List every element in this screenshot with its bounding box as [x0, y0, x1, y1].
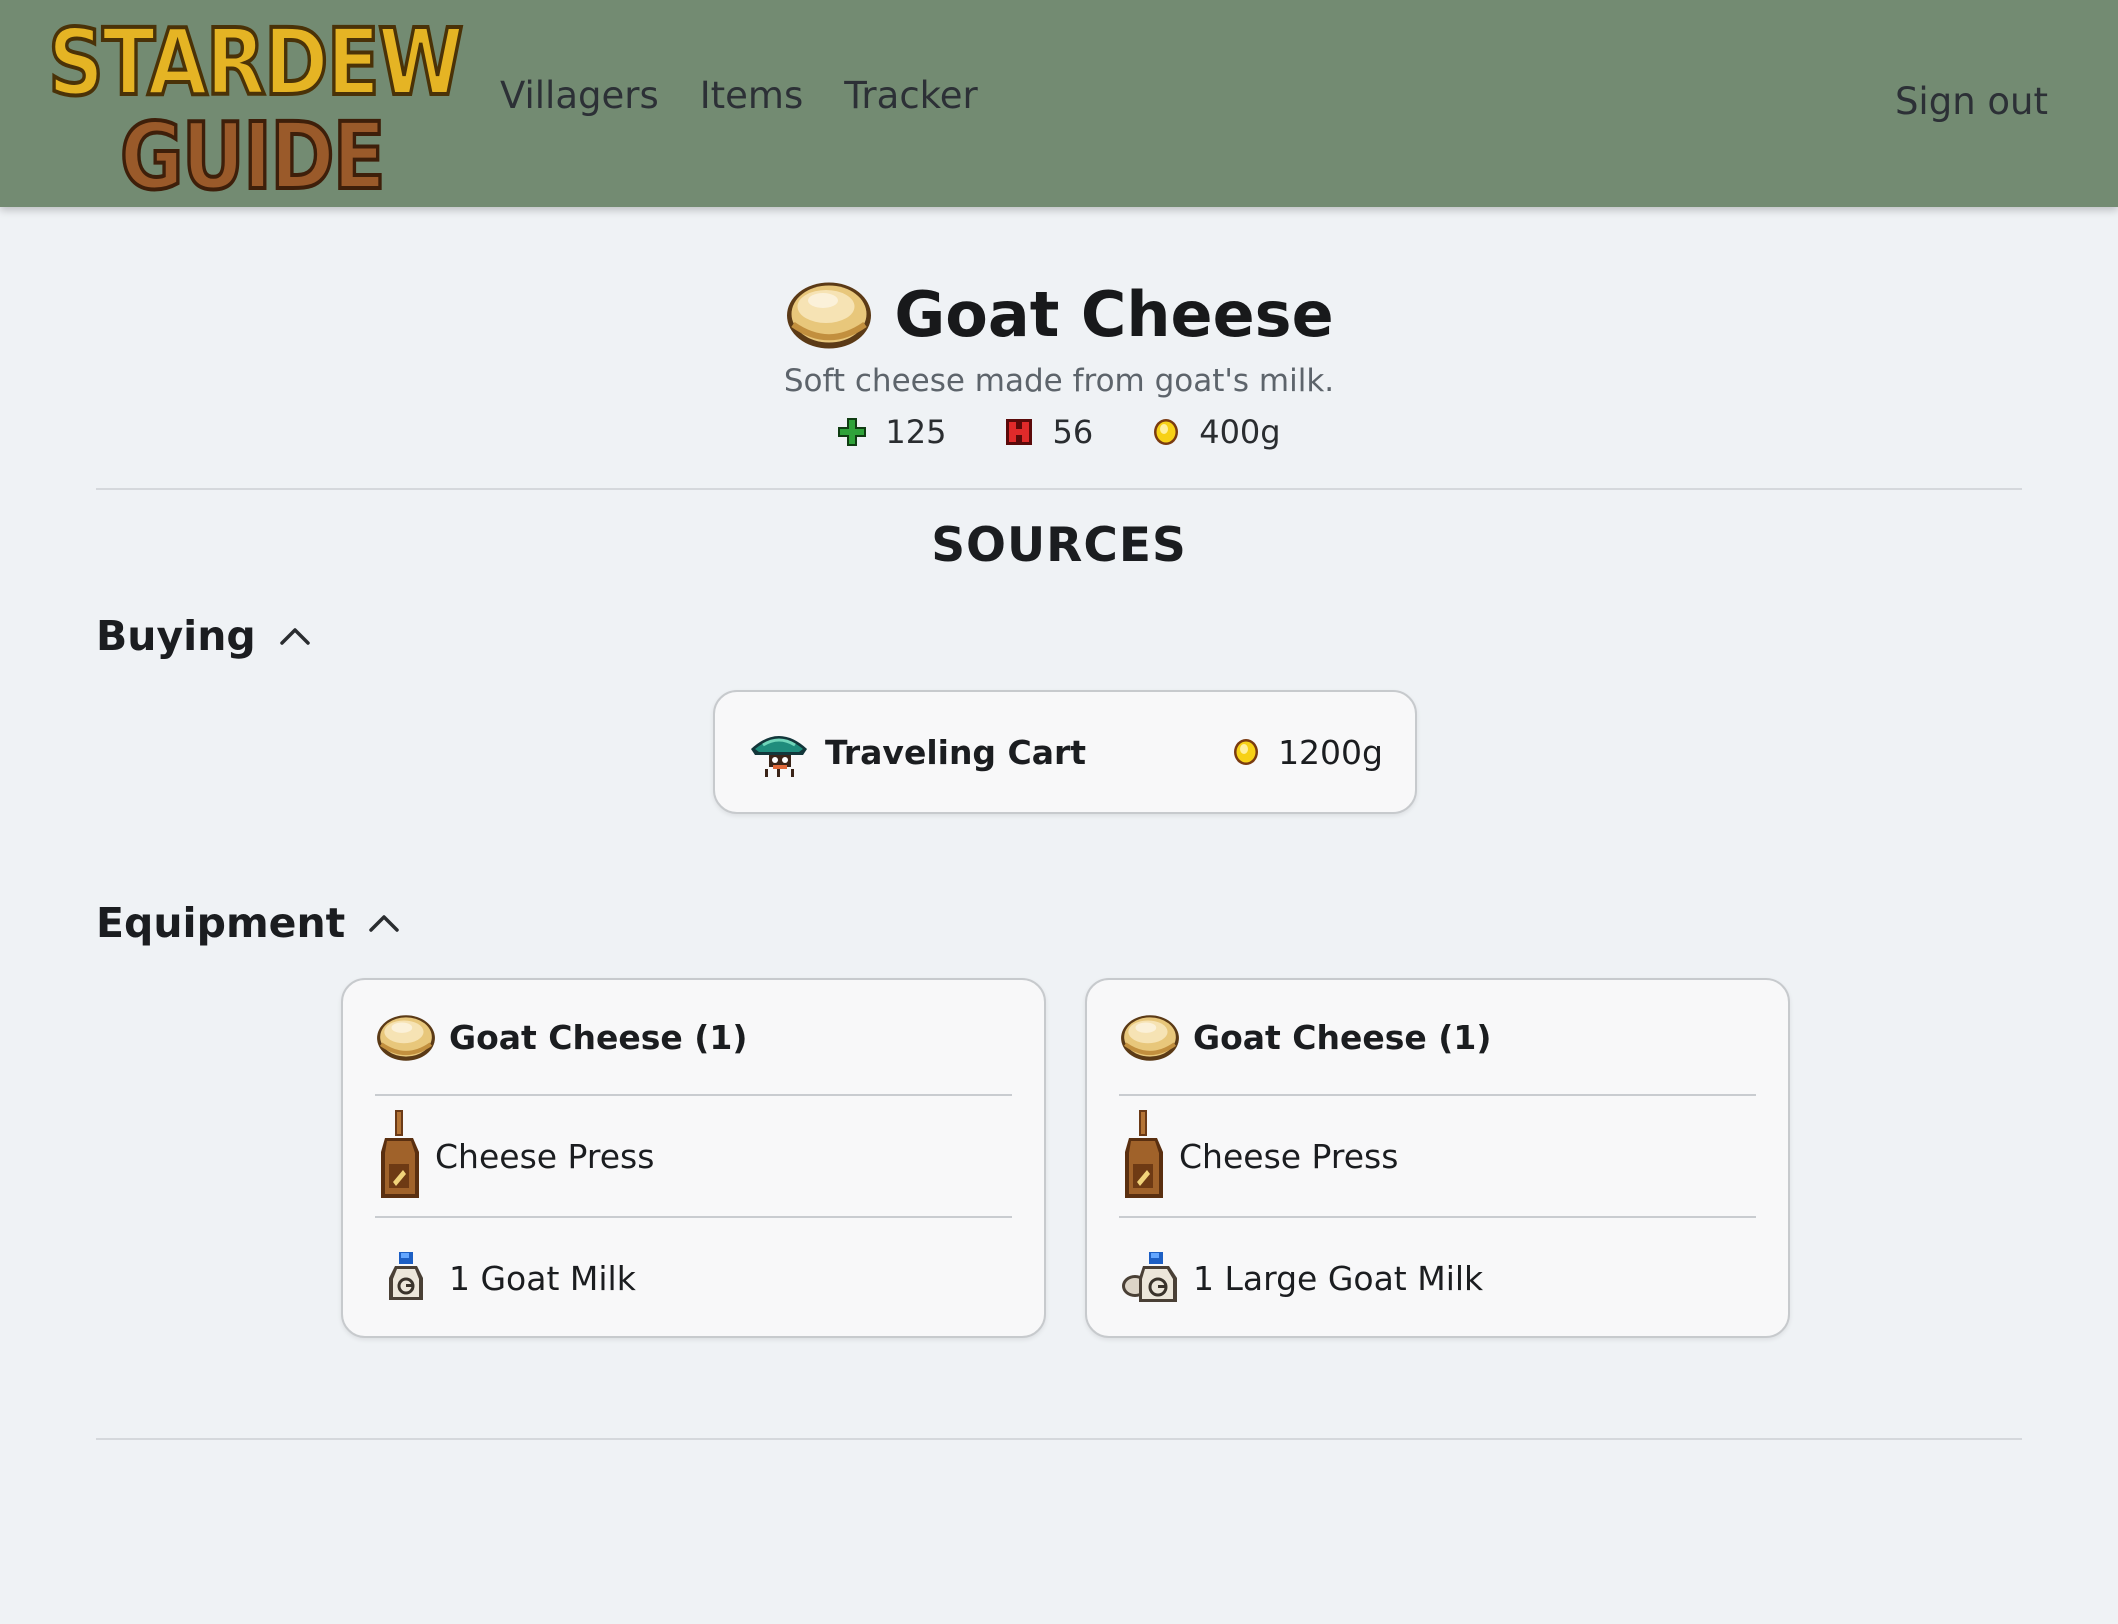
energy-plus-icon [838, 418, 867, 446]
item-description: Soft cheese made from goat's milk. [783, 363, 1335, 399]
gold-coin-icon [1151, 417, 1181, 447]
health-value: 56 [1052, 413, 1094, 451]
recipe-input-row: 1 Goat Milk [375, 1218, 1012, 1338]
item-title: Goat Cheese [894, 277, 1334, 351]
logo-line-1: STARDEW [48, 10, 462, 116]
recipe-output-row: Goat Cheese (1) [1119, 980, 1756, 1096]
vendor-price-value: 1200g [1278, 732, 1383, 772]
buy-entry-card: Traveling Cart 1200g [713, 690, 1417, 814]
item-header: Goat Cheese Soft cheese made from goat's… [0, 275, 2118, 452]
nav-link-items[interactable]: Items [700, 74, 804, 117]
logo-line-2: GUIDE [120, 103, 384, 200]
recipe-input: 1 Large Goat Milk [1193, 1258, 1484, 1298]
recipe-input-row: 1 Large Goat Milk [1119, 1218, 1756, 1338]
gold-coin-icon [1232, 737, 1260, 767]
goat-milk-icon [375, 1250, 437, 1306]
price-stat: 400g [1151, 413, 1281, 451]
cheese-press-icon [1119, 1108, 1169, 1204]
vendor-name: Traveling Cart [825, 732, 1087, 772]
health-icon [1006, 419, 1033, 445]
vendor-price: 1200g [1232, 733, 1383, 772]
energy-value: 125 [885, 413, 947, 451]
chevron-up-icon [369, 915, 400, 932]
sources-heading: SOURCES [931, 518, 1187, 573]
recipe-output: Goat Cheese (1) [1193, 1017, 1492, 1057]
recipe-output: Goat Cheese (1) [449, 1017, 748, 1057]
item-stats: 125 56 400g [0, 413, 2118, 451]
goat-cheese-icon [1119, 1009, 1181, 1065]
nav-link-tracker[interactable]: Tracker [844, 74, 977, 117]
recipe-machine-row: Cheese Press [1119, 1096, 1756, 1218]
header-divider [96, 488, 2022, 490]
traveling-cart-icon [747, 727, 811, 777]
equipment-recipe-card: Goat Cheese (1) Cheese Press 1 Goat Milk [341, 978, 1046, 1338]
stardew-guide-logo[interactable]: STARDEW GUIDE [40, 10, 470, 200]
chevron-up-icon [280, 628, 310, 645]
nav-links: Villagers Items Tracker [500, 74, 978, 117]
nav-link-villagers[interactable]: Villagers [500, 74, 659, 117]
equipment-recipe-card: Goat Cheese (1) Cheese Press 1 Large Goa… [1085, 978, 1790, 1338]
buying-heading: Buying [96, 612, 256, 660]
recipe-input: 1 Goat Milk [449, 1258, 636, 1298]
goat-cheese-icon [375, 1009, 437, 1065]
sign-out-link[interactable]: Sign out [1895, 80, 2048, 123]
recipe-output-row: Goat Cheese (1) [375, 980, 1012, 1096]
recipe-machine: Cheese Press [1179, 1136, 1399, 1176]
equipment-section-toggle[interactable]: Equipment [96, 899, 401, 947]
recipe-machine-row: Cheese Press [375, 1096, 1012, 1218]
item-title-row: Goat Cheese [0, 275, 2118, 353]
logo-wordmark: STARDEW GUIDE [46, 10, 466, 200]
energy-stat: 125 [837, 413, 946, 451]
large-goat-milk-icon [1119, 1250, 1181, 1306]
footer-divider [96, 1438, 2022, 1440]
recipe-machine: Cheese Press [435, 1136, 655, 1176]
cheese-press-icon [375, 1108, 425, 1204]
equipment-heading: Equipment [96, 899, 346, 947]
price-value: 400g [1199, 413, 1281, 451]
health-stat: 56 [1004, 413, 1093, 451]
navbar: STARDEW GUIDE Villagers Items Tracker Si… [0, 0, 2118, 207]
goat-cheese-icon [784, 275, 874, 353]
buying-section-toggle[interactable]: Buying [96, 612, 312, 660]
